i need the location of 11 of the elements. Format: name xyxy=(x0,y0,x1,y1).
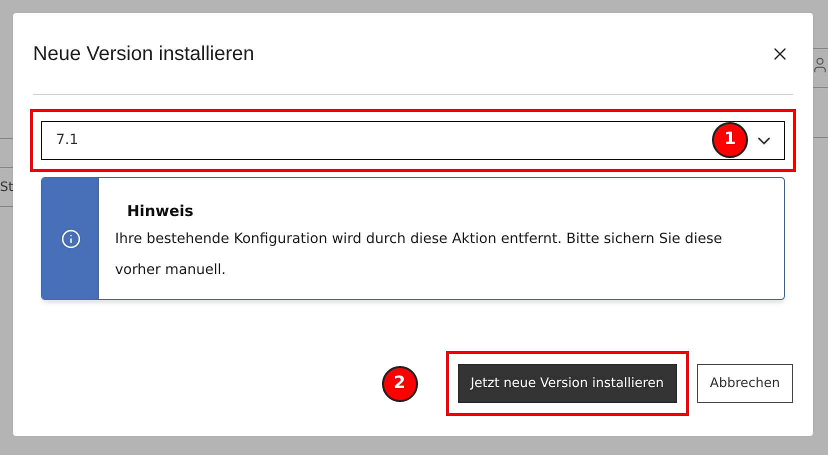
notice-title: Hinweis xyxy=(126,201,194,222)
step-badge: 2 xyxy=(382,366,418,402)
notice-text: Ihre bestehende Konfiguration wird durch diese Aktion entfernt. Bitte sichern Sie diese vorher manuell. xyxy=(115,230,724,280)
cancel-button[interactable]: Abbrechen xyxy=(696,364,793,403)
install-button[interactable]: Jetzt neue Version installieren xyxy=(458,364,677,403)
dialog-title: Neue Version installieren xyxy=(33,42,254,66)
select-value: 7.1 xyxy=(56,131,78,150)
user-icon[interactable] xyxy=(811,56,828,74)
step-badge: 1 xyxy=(712,122,748,158)
background-text: St xyxy=(0,179,13,197)
info-icon xyxy=(60,228,80,248)
